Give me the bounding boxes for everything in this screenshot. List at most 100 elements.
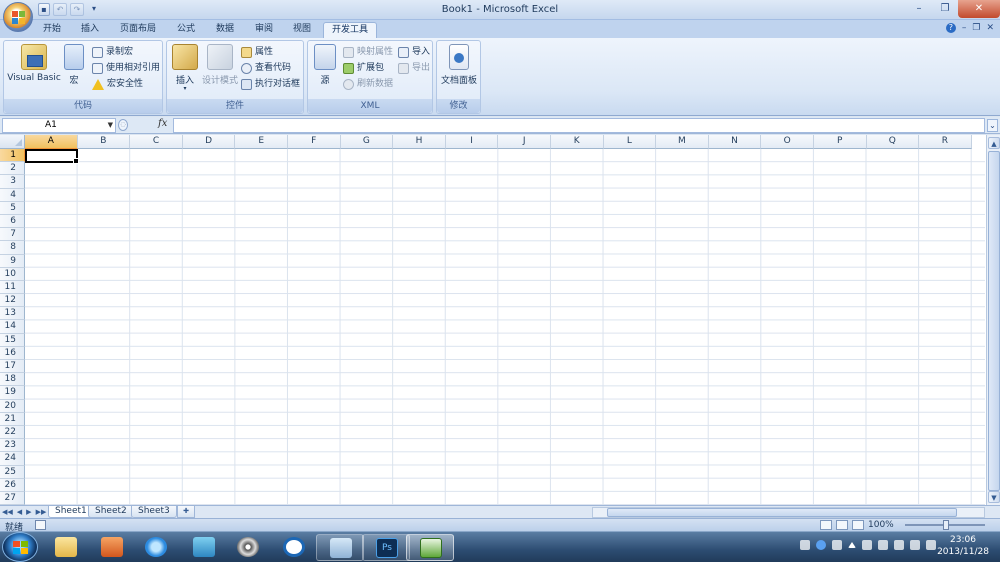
keyboard-icon[interactable] bbox=[800, 540, 810, 550]
row-header[interactable]: 15 bbox=[0, 333, 25, 347]
column-header[interactable]: O bbox=[761, 135, 814, 149]
start-button[interactable] bbox=[2, 532, 38, 562]
normal-view-icon[interactable] bbox=[820, 520, 832, 530]
sheet-tab-sheet2[interactable]: Sheet2 bbox=[88, 506, 134, 518]
column-header[interactable]: N bbox=[708, 135, 762, 149]
column-header[interactable]: A bbox=[25, 135, 78, 149]
cancel-entry-icon[interactable]: ◌ bbox=[118, 119, 128, 131]
active-cell[interactable] bbox=[25, 149, 79, 164]
sheet-tab-sheet1[interactable]: Sheet1 bbox=[48, 506, 94, 518]
document-panel-button[interactable]: 文档面板 bbox=[438, 44, 480, 86]
tab-developer[interactable]: 开发工具 bbox=[323, 22, 377, 38]
row-header[interactable]: 2 bbox=[0, 162, 25, 176]
source-button[interactable]: 源 bbox=[313, 44, 337, 86]
properties-button[interactable]: 属性 bbox=[241, 45, 273, 59]
name-box-dropdown-icon[interactable]: ▼ bbox=[108, 119, 113, 132]
name-box[interactable]: A1 ▼ bbox=[2, 118, 116, 133]
row-header[interactable]: 3 bbox=[0, 175, 25, 189]
scroll-down-icon[interactable]: ▼ bbox=[988, 491, 1000, 503]
taskbar-bird-app[interactable] bbox=[180, 534, 228, 561]
row-header[interactable]: 13 bbox=[0, 307, 25, 321]
column-header[interactable]: C bbox=[130, 135, 183, 149]
column-header[interactable]: Q bbox=[866, 135, 920, 149]
next-sheet-icon[interactable]: ▶ bbox=[26, 506, 31, 518]
language-icon[interactable] bbox=[910, 540, 920, 550]
column-header[interactable]: H bbox=[393, 135, 446, 149]
row-header[interactable]: 21 bbox=[0, 412, 25, 426]
expand-formula-bar-icon[interactable]: ⌄ bbox=[987, 119, 998, 132]
row-header[interactable]: 6 bbox=[0, 214, 25, 229]
first-sheet-icon[interactable]: ◀◀ bbox=[2, 506, 13, 518]
record-macro-button[interactable]: 录制宏 bbox=[92, 45, 133, 59]
column-header[interactable]: J bbox=[498, 135, 551, 149]
taskbar-photoshop[interactable]: Ps bbox=[362, 534, 410, 561]
row-header[interactable]: 10 bbox=[0, 267, 25, 281]
row-header[interactable]: 4 bbox=[0, 188, 25, 202]
row-header[interactable]: 26 bbox=[0, 478, 25, 492]
run-dialog-button[interactable]: 执行对话框 bbox=[241, 77, 300, 91]
volume-icon[interactable] bbox=[862, 540, 872, 550]
column-header[interactable]: M bbox=[656, 135, 709, 149]
tab-formulas[interactable]: 公式 bbox=[170, 22, 202, 38]
tab-data[interactable]: 数据 bbox=[209, 22, 241, 38]
show-hidden-icon[interactable] bbox=[848, 542, 856, 548]
ribbon-restore-button[interactable]: ❐ bbox=[972, 23, 980, 33]
tab-page-layout[interactable]: 页面布局 bbox=[113, 22, 163, 38]
column-header[interactable]: I bbox=[445, 135, 499, 149]
row-header[interactable]: 14 bbox=[0, 320, 25, 334]
visual-basic-button[interactable]: Visual Basic bbox=[6, 44, 62, 83]
horizontal-scrollbar[interactable] bbox=[592, 507, 985, 518]
select-all-button[interactable] bbox=[0, 135, 25, 149]
design-mode-button[interactable]: 设计模式 bbox=[200, 44, 240, 86]
horizontal-scroll-thumb[interactable] bbox=[607, 508, 957, 517]
insert-function-button[interactable]: fx bbox=[158, 118, 167, 129]
row-header[interactable]: 23 bbox=[0, 439, 25, 453]
page-break-view-icon[interactable] bbox=[852, 520, 864, 530]
cell-area[interactable] bbox=[25, 149, 985, 505]
taskbar-excel[interactable] bbox=[406, 534, 454, 561]
taskbar-film-app[interactable] bbox=[224, 534, 272, 561]
restore-button[interactable]: ❐ bbox=[932, 0, 958, 18]
row-header[interactable]: 24 bbox=[0, 452, 25, 466]
insert-sheet-icon[interactable]: ✚ bbox=[177, 506, 195, 518]
column-header[interactable]: E bbox=[235, 135, 288, 149]
row-header[interactable]: 5 bbox=[0, 201, 25, 215]
formula-input[interactable] bbox=[173, 118, 985, 133]
zoom-slider-knob[interactable] bbox=[943, 520, 949, 530]
zoom-slider[interactable] bbox=[905, 520, 985, 530]
column-header[interactable]: F bbox=[287, 135, 341, 149]
vertical-scrollbar[interactable]: ▲ ▼ bbox=[986, 135, 1000, 505]
office-button[interactable] bbox=[3, 2, 33, 32]
scroll-up-icon[interactable]: ▲ bbox=[988, 137, 1000, 149]
map-properties-button[interactable]: 映射属性 bbox=[343, 45, 393, 59]
taskbar-remote-app[interactable] bbox=[316, 534, 364, 561]
help-icon[interactable]: ? bbox=[945, 23, 956, 33]
taskbar-explorer[interactable] bbox=[42, 534, 90, 561]
row-header[interactable]: 20 bbox=[0, 399, 25, 413]
row-header[interactable]: 16 bbox=[0, 346, 25, 360]
page-layout-view-icon[interactable] bbox=[836, 520, 848, 530]
ribbon-close-button[interactable]: ✕ bbox=[986, 23, 994, 33]
insert-control-button[interactable]: 插入 ▾ bbox=[170, 44, 200, 92]
row-header[interactable]: 18 bbox=[0, 373, 25, 387]
view-code-button[interactable]: 查看代码 bbox=[241, 61, 291, 75]
column-header[interactable]: K bbox=[550, 135, 604, 149]
column-header[interactable]: R bbox=[919, 135, 972, 149]
taskbar-media-player[interactable] bbox=[88, 534, 136, 561]
help-tray-icon[interactable] bbox=[816, 540, 826, 550]
expansion-packs-button[interactable]: 扩展包 bbox=[343, 61, 384, 75]
import-button[interactable]: 导入 bbox=[398, 45, 430, 59]
prev-sheet-icon[interactable]: ◀ bbox=[17, 506, 22, 518]
row-header[interactable]: 8 bbox=[0, 241, 25, 255]
macro-security-button[interactable]: 宏安全性 bbox=[92, 77, 143, 91]
vertical-scroll-thumb[interactable] bbox=[988, 151, 1000, 491]
row-header[interactable]: 7 bbox=[0, 228, 25, 242]
row-header[interactable]: 12 bbox=[0, 294, 25, 308]
action-center-icon[interactable] bbox=[894, 540, 904, 550]
row-header[interactable]: 19 bbox=[0, 386, 25, 400]
macros-button[interactable]: 宏 bbox=[62, 44, 86, 86]
last-sheet-icon[interactable]: ▶▶ bbox=[36, 506, 47, 518]
minimize-button[interactable]: – bbox=[906, 0, 932, 18]
network-icon[interactable] bbox=[878, 540, 888, 550]
column-header[interactable]: D bbox=[182, 135, 236, 149]
